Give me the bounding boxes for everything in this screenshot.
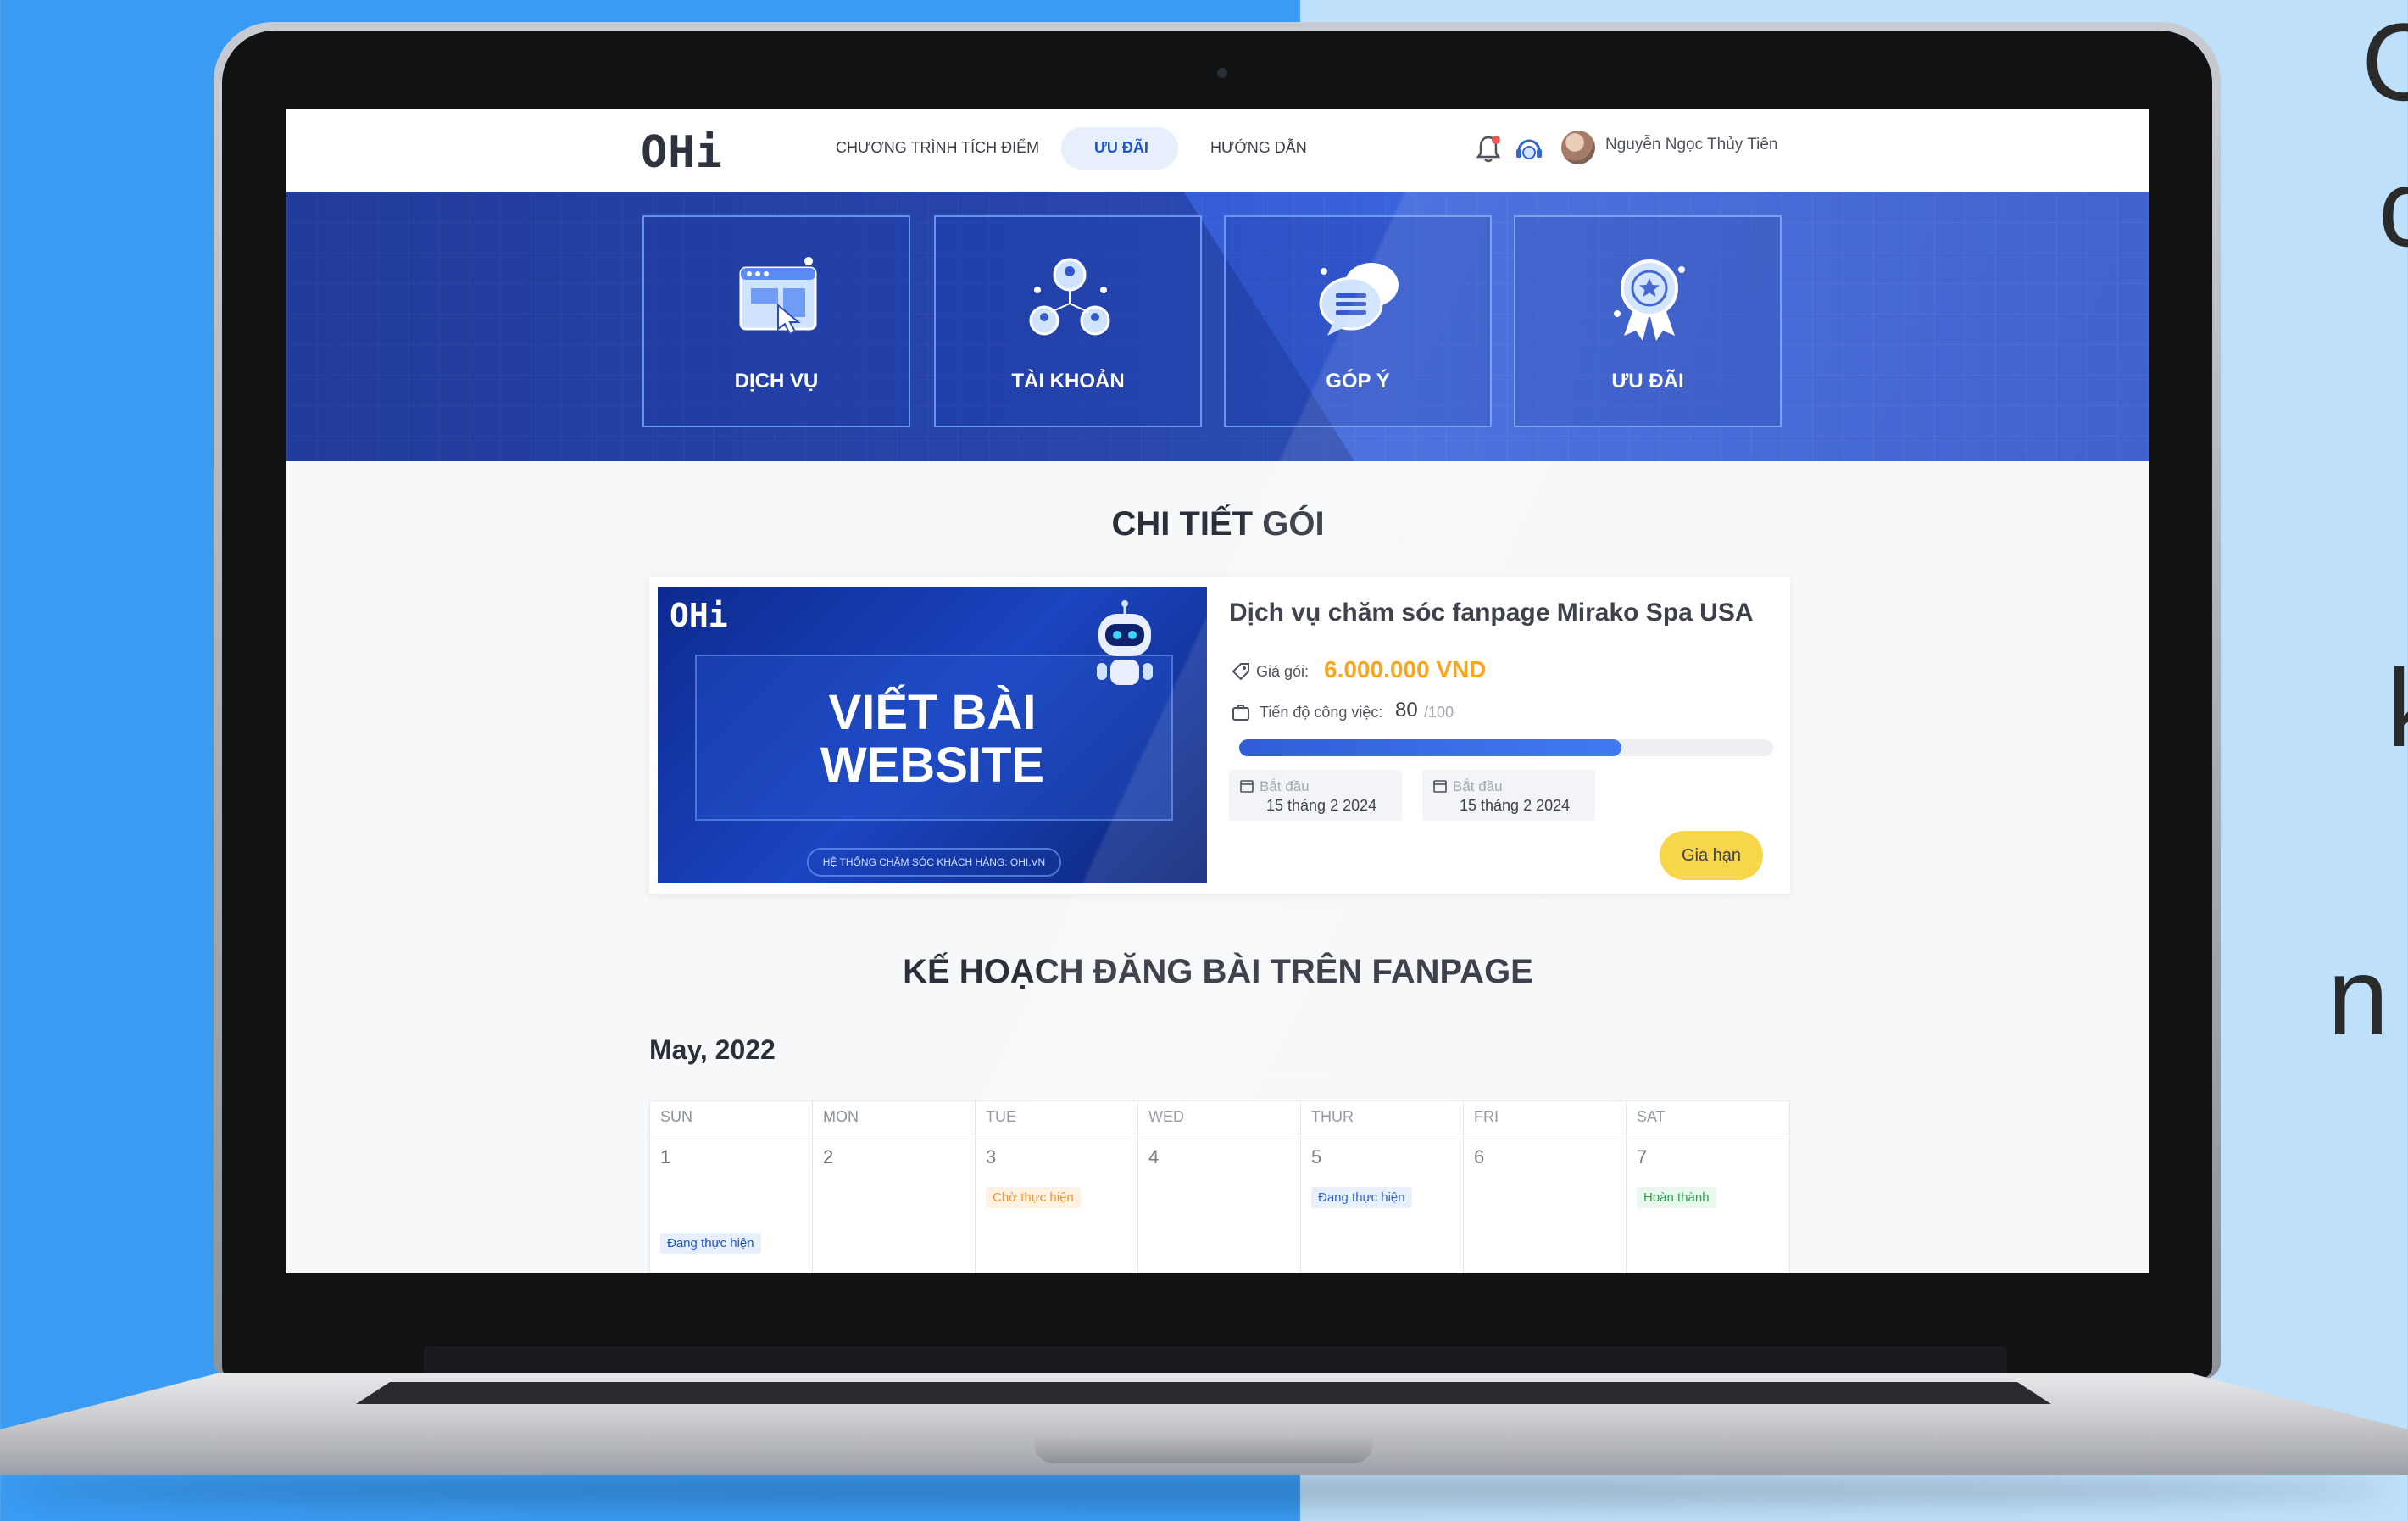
progress-label: Tiến độ công việc:	[1260, 704, 1383, 721]
browser-click-icon	[739, 257, 817, 336]
laptop-screen: OHi CHƯƠNG TRÌNH TÍCH ĐIỂM ƯU ĐÃI HƯỚNG …	[286, 109, 2149, 1273]
tile-feedback[interactable]: GÓP Ý	[1224, 215, 1492, 427]
support-agent-icon[interactable]	[1512, 132, 1546, 166]
calendar-day-number: 7	[1637, 1146, 1648, 1167]
price-label: Giá gói:	[1256, 663, 1310, 680]
calendar-day-number: 2	[823, 1146, 834, 1167]
tile-account[interactable]: TÀI KHOẢN	[934, 215, 1202, 427]
second-date-box: Bắt đầu 15 tháng 2 2024	[1422, 770, 1595, 821]
start-date-value: 15 tháng 2 2024	[1266, 797, 1377, 814]
calendar-day-cell[interactable]: 7 Hoàn thành	[1627, 1134, 1789, 1273]
second-date-value: 15 tháng 2 2024	[1460, 797, 1571, 814]
start-date-label: Bắt đầu	[1260, 778, 1310, 794]
briefcase-icon	[1232, 705, 1249, 721]
progress-bar	[1239, 739, 1773, 756]
price-value: 6.000.000 VND	[1324, 656, 1487, 682]
backdrop-text-4: n	[2327, 934, 2389, 1058]
nav-link-offers[interactable]: ƯU ĐÃI	[1094, 139, 1148, 157]
package-thumbnail: OHi VIẾT BÀI WEBSITE HỆ THỐNG CHĂM SÓC K…	[658, 587, 1207, 883]
progress-fill	[1239, 739, 1621, 756]
laptop-notch	[1034, 1438, 1373, 1463]
user-name[interactable]: Nguyễn Ngọc Thủy Tiên	[1605, 136, 1778, 154]
calendar-weekdays: SUN MON TUE WED THUR FRI SAT	[649, 1100, 1790, 1134]
renew-button[interactable]: Gia hạn	[1660, 831, 1763, 880]
tile-services[interactable]: DỊCH VỤ	[642, 215, 910, 427]
navbar: OHi CHƯƠNG TRÌNH TÍCH ĐIỂM ƯU ĐÃI HƯỚNG …	[286, 109, 2149, 192]
chat-bubbles-icon	[1319, 263, 1399, 336]
keyboard-edge	[356, 1382, 2051, 1404]
calendar-week-row: 1 Đang thực hiện 2 3 Chờ thực hiện 4 5 Đang thự…	[649, 1134, 1790, 1273]
weekday-tue: TUE	[976, 1101, 1138, 1134]
logo[interactable]: OHi	[641, 127, 723, 178]
laptop-shadow	[17, 1474, 2390, 1507]
thumbnail-logo: OHi	[670, 597, 728, 634]
calendar-section-title: KẾ HOẠCH ĐĂNG BÀI TRÊN FANPAGE	[903, 953, 1533, 990]
calendar-day-cell[interactable]: 1 Đang thực hiện	[650, 1134, 813, 1273]
weekday-wed: WED	[1138, 1101, 1301, 1134]
award-ribbon-icon	[1614, 259, 1685, 341]
avatar[interactable]	[1561, 131, 1595, 164]
bell-icon[interactable]	[1475, 134, 1502, 164]
calendar-icon	[1240, 780, 1254, 793]
calendar-day-number: 6	[1474, 1146, 1485, 1167]
backdrop-text-2: c	[2378, 146, 2408, 270]
hero-banner: DỊCH VỤ TÀI KHOẢN GÓP Ý ƯU ĐÃI	[286, 192, 2149, 461]
calendar-day-number: 4	[1148, 1146, 1160, 1167]
weekday-sat: SAT	[1637, 1108, 1666, 1125]
calendar-day-cell[interactable]: 3 Chờ thực hiện	[976, 1134, 1138, 1273]
calendar-day-cell[interactable]: 5 Đang thực hiện	[1301, 1134, 1464, 1273]
weekday-mon: MON	[813, 1101, 976, 1134]
package-card: OHi VIẾT BÀI WEBSITE HỆ THỐNG CHĂM SÓC K…	[649, 577, 1790, 894]
nav-link-points-program[interactable]: CHƯƠNG TRÌNH TÍCH ĐIỂM	[836, 139, 1039, 157]
calendar-month[interactable]: May, 2022	[649, 1034, 776, 1066]
start-date-box: Bắt đầu 15 tháng 2 2024	[1229, 770, 1402, 821]
package-section-title: CHI TIẾT GÓI	[1111, 505, 1325, 543]
tile-account-label: TÀI KHOẢN	[1011, 370, 1125, 393]
users-network-icon	[1029, 258, 1110, 336]
nav-link-guide[interactable]: HƯỚNG DẪN	[1210, 139, 1307, 157]
calendar-day-cell[interactable]: 2	[813, 1134, 976, 1273]
progress-max: /100	[1424, 704, 1454, 721]
progress-value: 80	[1395, 699, 1418, 722]
tile-feedback-label: GÓP Ý	[1326, 370, 1390, 393]
thumbnail-title-line1: VIẾT BÀI	[828, 685, 1037, 740]
laptop-hinge	[424, 1346, 2007, 1375]
calendar-day-number: 1	[660, 1146, 671, 1167]
weekday-fri: FRI	[1464, 1101, 1627, 1134]
calendar-day-cell[interactable]: 4	[1138, 1134, 1301, 1273]
backdrop-text-1: C	[2361, 0, 2408, 124]
post-calendar: SUN MON TUE WED THUR FRI SAT 1 Đang thực …	[649, 1100, 1790, 1273]
calendar-icon	[1433, 780, 1447, 793]
weekday-thu: THUR	[1301, 1101, 1464, 1134]
robot-icon	[1097, 600, 1153, 685]
calendar-day-cell[interactable]: 6	[1464, 1134, 1627, 1273]
weekday-sun: SUN	[650, 1101, 813, 1134]
thumbnail-footer: HỆ THỐNG CHĂM SÓC KHÁCH HÀNG: OHI.VN	[807, 848, 1061, 877]
status-badge[interactable]: Chờ thực hiện	[986, 1187, 1081, 1208]
camera-icon	[1217, 68, 1227, 78]
tile-services-label: DỊCH VỤ	[734, 370, 819, 393]
status-badge[interactable]: Đang thực hiện	[660, 1233, 761, 1254]
thumbnail-title-line2: WEBSITE	[820, 738, 1045, 793]
tile-offers[interactable]: ƯU ĐÃI	[1514, 215, 1782, 427]
status-badge[interactable]: Hoàn thành	[1637, 1187, 1716, 1208]
calendar-day-number: 5	[1311, 1146, 1322, 1167]
thumbnail-title: VIẾT BÀI WEBSITE	[658, 687, 1207, 792]
price-tag-icon	[1232, 663, 1249, 681]
status-badge[interactable]: Đang thực hiện	[1311, 1187, 1412, 1208]
tile-offers-label: ƯU ĐÃI	[1611, 370, 1684, 393]
backdrop-text-3: k	[2387, 653, 2408, 763]
second-date-label: Bắt đầu	[1453, 778, 1503, 794]
calendar-day-number: 3	[986, 1146, 997, 1167]
package-title: Dịch vụ chăm sóc fanpage Mirako Spa USA	[1229, 599, 1754, 627]
